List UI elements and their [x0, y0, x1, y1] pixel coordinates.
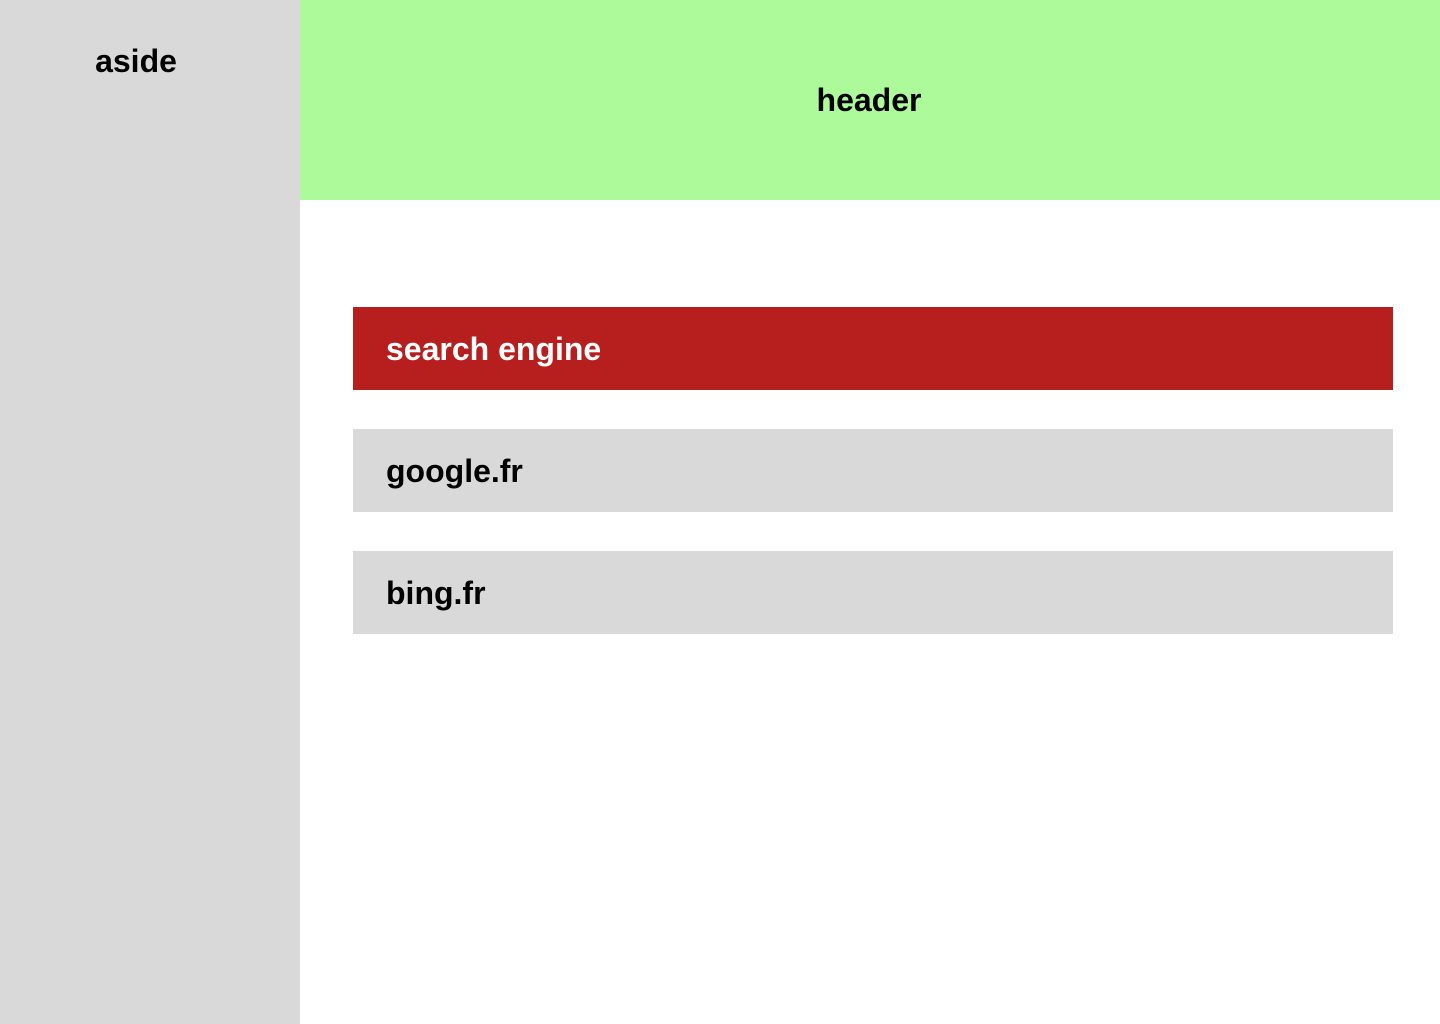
header-title: header [816, 82, 922, 118]
main-content: search engine google.fr bing.fr [300, 200, 1440, 1024]
page-header: header [300, 0, 1440, 200]
search-engine-heading: search engine [353, 307, 1393, 390]
list-item-bing[interactable]: bing.fr [353, 551, 1393, 634]
page: aside header search engine google.fr bin… [0, 0, 1440, 1024]
list-item-label: google.fr [386, 452, 523, 489]
search-engine-heading-label: search engine [386, 330, 602, 367]
sidebar: aside [0, 0, 300, 1024]
list-item-google[interactable]: google.fr [353, 429, 1393, 512]
list-item-label: bing.fr [386, 574, 486, 611]
sidebar-title: aside [95, 43, 177, 79]
